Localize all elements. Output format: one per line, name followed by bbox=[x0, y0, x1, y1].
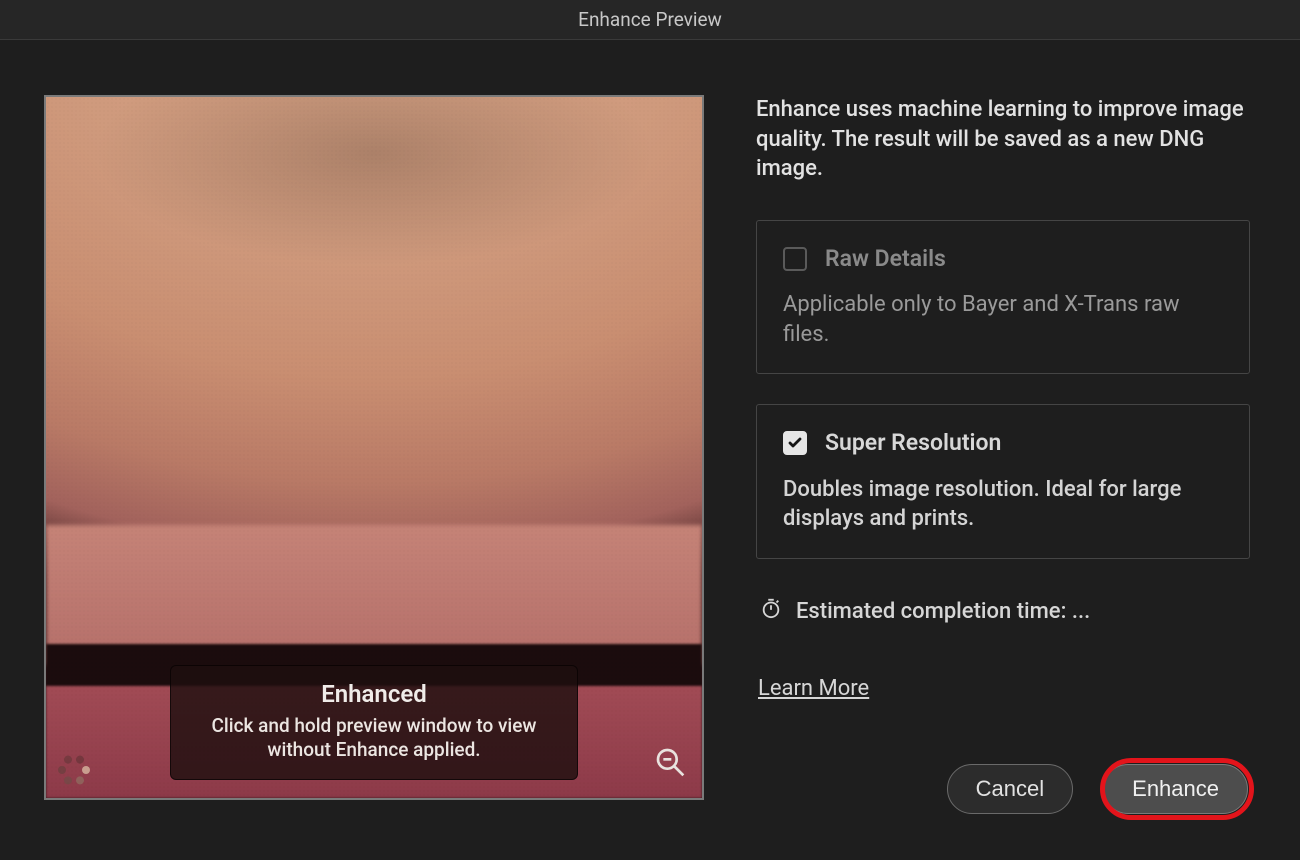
learn-more-link[interactable]: Learn More bbox=[758, 674, 869, 704]
window-title: Enhance Preview bbox=[0, 0, 1300, 40]
estimate-row: Estimated completion time: ... bbox=[760, 597, 1250, 628]
preview-overlay-sub: Click and hold preview window to view wi… bbox=[189, 714, 559, 763]
estimate-label: Estimated completion time: ... bbox=[796, 597, 1090, 627]
loading-spinner-icon bbox=[56, 752, 92, 788]
cancel-button[interactable]: Cancel bbox=[947, 764, 1073, 814]
super-resolution-checkbox[interactable] bbox=[783, 431, 807, 455]
super-resolution-label: Super Resolution bbox=[825, 427, 1001, 458]
enhance-button[interactable]: Enhance bbox=[1103, 764, 1248, 814]
stopwatch-icon bbox=[760, 597, 782, 628]
raw-details-desc: Applicable only to Bayer and X-Trans raw… bbox=[783, 290, 1223, 349]
raw-details-option: Raw Details Applicable only to Bayer and… bbox=[756, 220, 1250, 374]
description-text: Enhance uses machine learning to improve… bbox=[756, 95, 1250, 184]
raw-details-checkbox bbox=[783, 247, 807, 271]
preview-overlay: Enhanced Click and hold preview window t… bbox=[170, 665, 578, 780]
super-resolution-desc: Doubles image resolution. Ideal for larg… bbox=[783, 475, 1223, 534]
raw-details-label: Raw Details bbox=[825, 243, 946, 274]
super-resolution-option: Super Resolution Doubles image resolutio… bbox=[756, 404, 1250, 558]
preview-overlay-title: Enhanced bbox=[189, 680, 559, 708]
zoom-out-icon[interactable] bbox=[654, 746, 686, 778]
preview-image[interactable]: Enhanced Click and hold preview window t… bbox=[44, 95, 704, 800]
